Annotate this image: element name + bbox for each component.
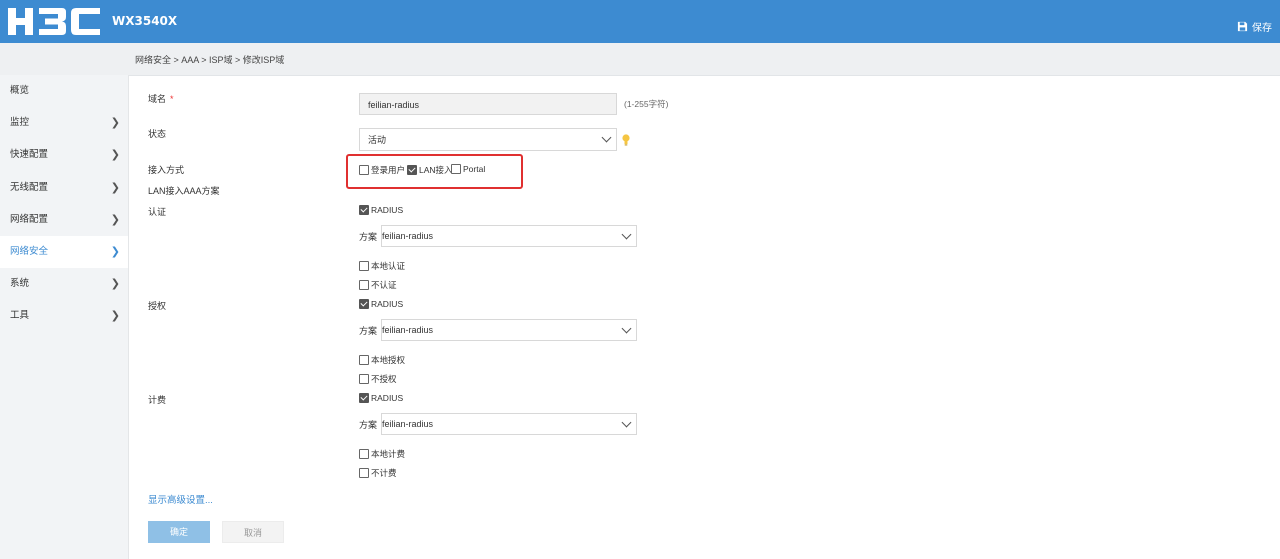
state-select[interactable]: 活动 [359,128,617,151]
sidebar-item-label: 监控 [10,117,30,129]
checkbox-authz-local[interactable]: 本地授权 [359,354,405,366]
scheme-label: 方案 [359,419,378,430]
state-label: 状态 [148,129,167,139]
checkbox-box [359,374,369,384]
sidebar-item-label: 快速配置 [10,149,49,161]
chevron-right-icon: ❯ [110,149,120,162]
show-advanced-settings-link[interactable]: 显示高级设置... [148,492,213,506]
chevron-right-icon: ❯ [110,278,120,291]
checkbox-box-checked [359,205,369,215]
access-method-label: 接入方式 [148,165,185,175]
breadcrumb: 网络安全 > AAA > ISP域 > 修改ISP域 [135,55,285,65]
scheme-label: 方案 [359,325,378,336]
authorization-label: 授权 [148,301,167,311]
checkbox-auth-local[interactable]: 本地认证 [359,260,405,272]
auth-scheme-row: 方案 feilian-radius [359,225,637,247]
chevron-right-icon: ❯ [110,310,120,323]
chevron-down-icon [601,132,612,143]
checkbox-auth-none[interactable]: 不认证 [359,279,397,291]
chevron-down-icon [621,323,632,334]
checkbox-authz-radius[interactable]: RADIUS [359,299,403,309]
cancel-button[interactable]: 取消 [222,521,284,543]
checkbox-acct-radius[interactable]: RADIUS [359,393,403,403]
authentication-label: 认证 [148,207,167,217]
device-model: WX3540X [112,14,178,28]
authz-scheme-row: 方案 feilian-radius [359,319,637,341]
sidebar-item-tools[interactable]: 工具 ❯ [0,300,128,332]
sidebar-item-system[interactable]: 系统 ❯ [0,268,128,300]
sidebar-item-label: 系统 [10,278,30,290]
highlight-box [346,154,523,189]
chevron-right-icon: ❯ [110,117,120,130]
floppy-disk-icon [1237,21,1248,32]
chevron-right-icon: ❯ [110,181,120,194]
checkbox-acct-none[interactable]: 不计费 [359,467,397,479]
sidebar-item-label: 网络安全 [10,245,49,257]
scheme-label: 方案 [359,231,378,242]
sidebar-item-wireless-config[interactable]: 无线配置 ❯ [0,172,128,204]
chevron-down-icon [621,229,632,240]
required-marker: * [170,94,174,104]
acct-scheme-select[interactable]: feilian-radius [381,413,637,435]
accounting-label: 计费 [148,395,167,405]
sidebar-item-overview[interactable]: 概览 [0,75,128,107]
breadcrumb-bar: 网络安全 > AAA > ISP域 > 修改ISP域 [0,43,1280,76]
checkbox-box-checked [359,299,369,309]
sidebar-item-quick-config[interactable]: 快速配置 ❯ [0,139,128,171]
sidebar-item-network-security[interactable]: 网络安全 ❯ [0,235,128,269]
sidebar-item-label: 工具 [10,310,30,322]
sidebar-item-label: 概览 [10,85,30,96]
checkbox-box [359,355,369,365]
sidebar-item-network-config[interactable]: 网络配置 ❯ [0,204,128,236]
checkbox-box [359,449,369,459]
lightbulb-icon[interactable] [622,134,630,146]
auth-scheme-select[interactable]: feilian-radius [381,225,637,247]
domain-hint: (1-255字符) [624,99,669,109]
lan-aaa-scheme-label: LAN接入AAA方案 [148,186,220,196]
checkbox-box [359,261,369,271]
save-label: 保存 [1252,23,1272,34]
h3c-logo [8,8,100,35]
authz-scheme-select[interactable]: feilian-radius [381,319,637,341]
checkbox-box [359,468,369,478]
ok-button[interactable]: 确定 [148,521,210,543]
sidebar-item-monitor[interactable]: 监控 ❯ [0,107,128,139]
sidebar-item-label: 网络配置 [10,213,49,225]
checkbox-auth-radius[interactable]: RADIUS [359,205,403,215]
acct-scheme-row: 方案 feilian-radius [359,413,637,435]
save-button[interactable]: 保存 [1237,19,1272,34]
checkbox-authz-none[interactable]: 不授权 [359,373,397,385]
checkbox-box-checked [359,393,369,403]
sidebar: 概览 监控 ❯ 快速配置 ❯ 无线配置 ❯ 网络配置 ❯ 网络安全 ❯ 系统 ❯ 工具 ❯ [0,75,129,559]
checkbox-box [359,280,369,290]
chevron-down-icon [621,417,632,428]
chevron-right-icon: ❯ [110,213,120,226]
top-bar: WX3540X 保存 [0,0,1280,43]
checkbox-acct-local[interactable]: 本地计费 [359,448,405,460]
chevron-right-icon: ❯ [110,245,120,258]
sidebar-item-label: 无线配置 [10,181,49,193]
domain-label: 域名 * [148,94,174,104]
domain-field[interactable]: feilian-radius [359,93,617,115]
